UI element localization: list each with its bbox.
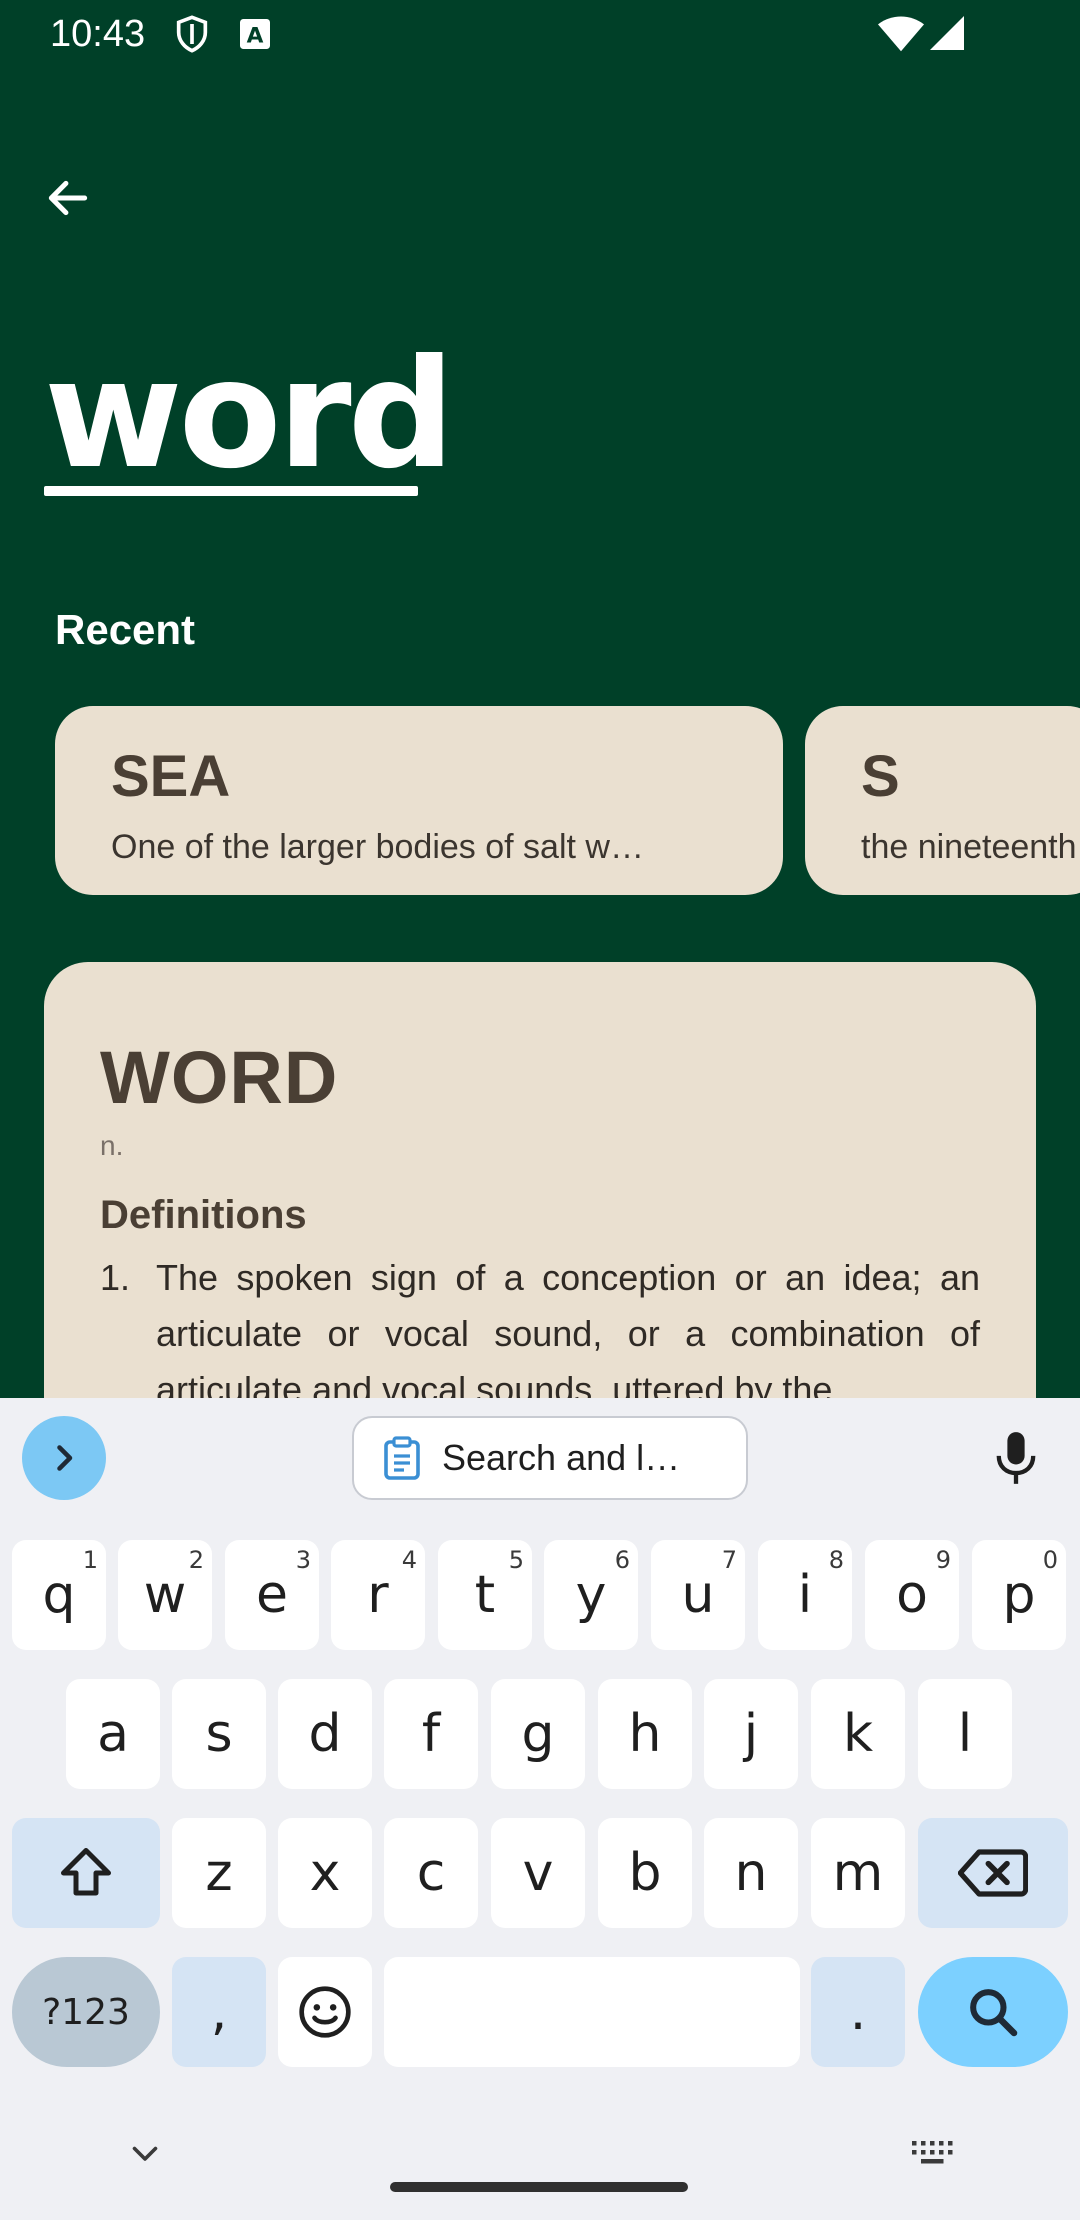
recent-definition: One of the larger bodies of salt w… [111, 828, 644, 866]
key-y[interactable]: y6 [544, 1540, 638, 1650]
shield-icon [172, 14, 212, 59]
definition-card: WORD n. Definitions 1. The spoken sign o… [44, 962, 1036, 1422]
emoji-key[interactable] [278, 1957, 372, 2067]
key-n[interactable]: n [704, 1818, 798, 1928]
recent-card[interactable]: SEA One of the larger bodies of salt w… [55, 706, 783, 895]
key-f[interactable]: f [384, 1679, 478, 1789]
search-key[interactable] [918, 1957, 1068, 2067]
status-bar: 10:43 A [0, 0, 1080, 68]
key-label: i [797, 1565, 813, 1625]
key-hint: 3 [295, 1546, 311, 1574]
keyboard: Search and l… q1 w2 e3 r4 t5 y6 u7 i8 o9… [0, 1398, 1080, 2220]
definition-item: 1. The spoken sign of a conception or an… [100, 1250, 980, 1418]
key-u[interactable]: u7 [651, 1540, 745, 1650]
microphone-button[interactable] [986, 1426, 1046, 1490]
part-of-speech: n. [100, 1130, 124, 1161]
definitions-heading: Definitions [100, 1193, 307, 1237]
key-x[interactable]: x [278, 1818, 372, 1928]
key-c[interactable]: c [384, 1818, 478, 1928]
keyboard-hide-button[interactable] [120, 2128, 170, 2178]
key-s[interactable]: s [172, 1679, 266, 1789]
key-hint: 4 [401, 1546, 417, 1574]
key-label: t [474, 1565, 496, 1625]
key-label: u [681, 1565, 715, 1625]
shift-icon [61, 1848, 111, 1896]
key-a[interactable]: a [66, 1679, 160, 1789]
key-r[interactable]: r4 [331, 1540, 425, 1650]
microphone-icon [996, 1432, 1036, 1484]
back-button[interactable] [30, 160, 106, 236]
key-hint: 9 [935, 1546, 951, 1574]
suggestion-label: Search and l… [442, 1437, 681, 1478]
signal-icon [930, 16, 964, 55]
app-logo: word [44, 328, 455, 502]
clipboard-icon [384, 1436, 420, 1480]
wifi-icon [878, 16, 924, 57]
key-t[interactable]: t5 [438, 1540, 532, 1650]
logo-underline [44, 486, 418, 496]
key-i[interactable]: i8 [758, 1540, 852, 1650]
key-q[interactable]: q1 [12, 1540, 106, 1650]
key-label: y [575, 1565, 607, 1625]
keyboard-switch-button[interactable] [908, 2128, 958, 2178]
clipboard-suggestion-chip[interactable]: Search and l… [352, 1416, 748, 1500]
recent-definition: the nineteenth [861, 828, 1077, 866]
backspace-icon [958, 1849, 1028, 1897]
svg-text:A: A [247, 23, 264, 48]
definition-word: WORD [100, 1036, 339, 1119]
key-label: e [256, 1565, 288, 1625]
key-e[interactable]: e3 [225, 1540, 319, 1650]
status-time: 10:43 [50, 13, 146, 55]
search-icon [970, 1989, 1018, 2037]
symbols-key[interactable]: ?123 [12, 1957, 160, 2067]
definition-number: 1. [100, 1257, 131, 1298]
key-label: r [367, 1565, 389, 1625]
keyboard-expand-button[interactable] [22, 1416, 106, 1500]
key-o[interactable]: o9 [865, 1540, 959, 1650]
key-j[interactable]: j [704, 1679, 798, 1789]
chevron-right-icon [57, 1445, 73, 1471]
key-l[interactable]: l [918, 1679, 1012, 1789]
key-w[interactable]: w2 [118, 1540, 212, 1650]
recent-title: Recent [55, 606, 196, 653]
comma-key[interactable]: , [172, 1957, 266, 2067]
key-label: o [896, 1565, 928, 1625]
backspace-key[interactable] [918, 1818, 1068, 1928]
key-label: w [143, 1565, 187, 1625]
key-hint: 6 [614, 1546, 630, 1574]
recent-word: SEA [111, 744, 231, 809]
emoji-icon [299, 1986, 351, 2038]
shift-key[interactable] [12, 1818, 160, 1928]
key-b[interactable]: b [598, 1818, 692, 1928]
key-hint: 5 [508, 1546, 524, 1574]
home-indicator[interactable] [390, 2182, 688, 2192]
key-label: p [1002, 1565, 1036, 1625]
key-hint: 7 [721, 1546, 737, 1574]
key-h[interactable]: h [598, 1679, 692, 1789]
key-hint: 1 [82, 1546, 98, 1574]
period-key[interactable]: . [811, 1957, 905, 2067]
key-p[interactable]: p0 [972, 1540, 1066, 1650]
back-arrow-icon [48, 180, 88, 216]
definition-text: The spoken sign of a conception or an id… [156, 1257, 980, 1410]
key-hint: 8 [828, 1546, 844, 1574]
key-g[interactable]: g [491, 1679, 585, 1789]
screen: 10:43 A word Recent SEA One of the large… [0, 0, 1080, 2220]
recent-word: S [861, 744, 900, 809]
recent-card[interactable]: S the nineteenth [805, 706, 1080, 895]
key-d[interactable]: d [278, 1679, 372, 1789]
key-k[interactable]: k [811, 1679, 905, 1789]
key-z[interactable]: z [172, 1818, 266, 1928]
font-badge-icon: A [238, 14, 272, 59]
key-m[interactable]: m [811, 1818, 905, 1928]
space-key[interactable] [384, 1957, 800, 2067]
key-hint: 2 [188, 1546, 204, 1574]
key-hint: 0 [1042, 1546, 1058, 1574]
chevron-down-icon [132, 2146, 158, 2161]
key-v[interactable]: v [491, 1818, 585, 1928]
key-label: q [42, 1565, 76, 1625]
keyboard-icon [912, 2141, 953, 2164]
